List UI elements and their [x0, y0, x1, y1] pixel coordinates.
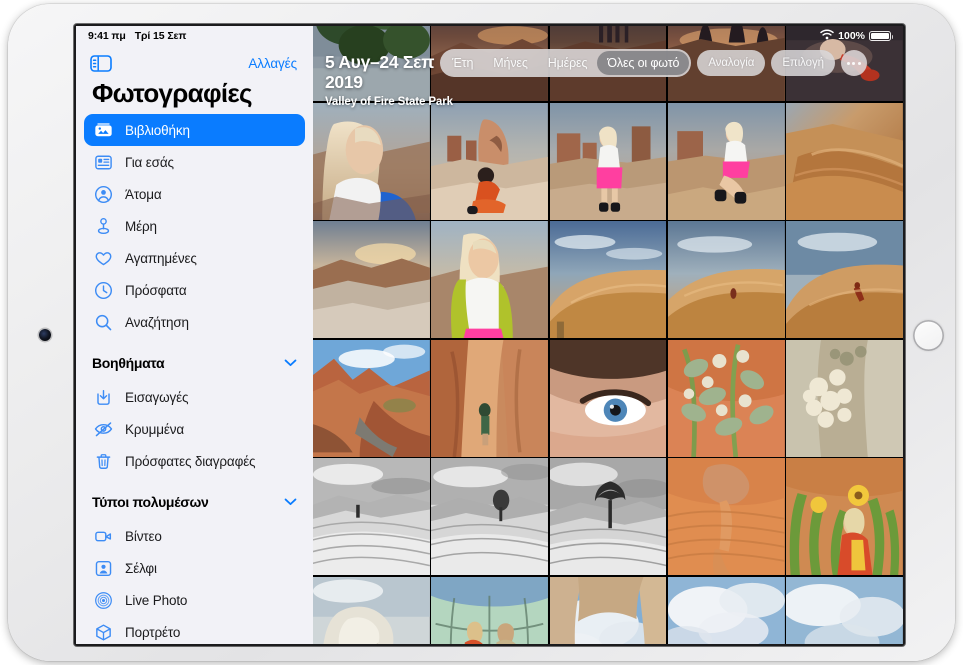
- sidebar-item-label: Αγαπημένες: [125, 250, 197, 266]
- photo-thumbnail[interactable]: [786, 458, 903, 575]
- tab-months[interactable]: Μήνες: [483, 51, 537, 75]
- photo-thumbnail[interactable]: [431, 576, 549, 644]
- sidebar-item-portrait[interactable]: Πορτρέτο: [84, 616, 305, 644]
- sidebar-item-label: Πρόσφατες διαγραφές: [125, 453, 256, 469]
- photo-thumbnail[interactable]: [667, 576, 785, 644]
- sidebar-item-places[interactable]: Μέρη: [84, 210, 305, 242]
- page-title: Φωτογραφίες: [92, 78, 253, 108]
- photo-thumbnail[interactable]: [431, 102, 549, 220]
- photo-thumbnail[interactable]: [313, 26, 430, 101]
- section-title: Βοηθήματα: [92, 355, 165, 371]
- sidebar-item-people[interactable]: Άτομα: [84, 178, 305, 210]
- home-button[interactable]: [913, 320, 944, 351]
- photo-thumbnail[interactable]: [313, 339, 430, 457]
- sidebar-item-label: Μέρη: [125, 218, 157, 234]
- sidebar-item-label: Βιβλιοθήκη: [125, 122, 190, 138]
- photo-thumbnail[interactable]: [431, 221, 549, 338]
- photo-thumbnail[interactable]: [549, 339, 667, 457]
- photo-thumbnail[interactable]: [313, 576, 430, 644]
- photo-thumbnail[interactable]: [786, 221, 903, 338]
- sidebar-item-label: Πορτρέτο: [125, 624, 181, 640]
- edit-button[interactable]: Αλλαγές: [248, 56, 297, 71]
- sidebar-item-recents[interactable]: Πρόσφατα: [84, 274, 305, 306]
- live-photo-icon: [94, 591, 113, 610]
- ipad-screen: Αλλαγές Φωτογραφίες Βιβλιοθήκη Για εσάς …: [76, 26, 903, 644]
- photo-thumbnail[interactable]: [667, 221, 785, 338]
- portrait-cube-icon: [94, 623, 113, 642]
- sidebar-item-label: Για εσάς: [125, 154, 174, 170]
- sidebar-item-selfies[interactable]: Σέλφι: [84, 552, 305, 584]
- photo-thumbnail[interactable]: [549, 576, 667, 644]
- photo-thumbnail[interactable]: [667, 458, 785, 575]
- sidebar-item-search[interactable]: Αναζήτηση: [84, 306, 305, 338]
- selfie-icon: [94, 559, 113, 578]
- photo-thumbnail[interactable]: [431, 458, 549, 575]
- photo-grid-pane: 5 Αυγ–24 Σεπ 2019 Valley of Fire State P…: [313, 26, 903, 644]
- select-button[interactable]: Επιλογή: [771, 50, 835, 76]
- chevron-down-icon[interactable]: [284, 354, 297, 372]
- tab-years[interactable]: Έτη: [442, 51, 483, 75]
- sidebar-item-videos[interactable]: Βίντεο: [84, 520, 305, 552]
- photo-thumbnail[interactable]: [667, 102, 785, 220]
- people-icon: [94, 185, 113, 204]
- tab-all-photos[interactable]: Όλες οι φωτό: [597, 51, 690, 75]
- photo-grid: [313, 26, 903, 644]
- sidebar-toggle-icon[interactable]: [90, 54, 112, 72]
- sidebar-item-label: Πρόσφατα: [125, 282, 187, 298]
- sidebar-item-label: Άτομα: [125, 186, 162, 202]
- import-icon: [94, 388, 113, 407]
- sidebar-list: Βιβλιοθήκη Για εσάς Άτομα Μέρη Αγαπημένε…: [76, 114, 313, 644]
- for-you-icon: [94, 153, 113, 172]
- photo-thumbnail[interactable]: [313, 458, 430, 575]
- search-icon: [94, 313, 113, 332]
- sidebar-item-label: Κρυμμένα: [125, 421, 184, 437]
- photo-thumbnail[interactable]: [786, 576, 903, 644]
- sidebar-item-label: Αναζήτηση: [125, 314, 189, 330]
- heart-icon: [94, 249, 113, 268]
- places-pin-icon: [94, 217, 113, 236]
- sidebar-item-label: Εισαγωγές: [125, 389, 189, 405]
- photo-thumbnail[interactable]: [431, 339, 549, 457]
- sidebar-item-hidden[interactable]: Κρυμμένα: [84, 413, 305, 445]
- trash-icon: [94, 452, 113, 471]
- tab-days[interactable]: Ημέρες: [538, 51, 598, 75]
- front-camera: [39, 329, 51, 341]
- sidebar-item-label: Βίντεο: [125, 528, 162, 544]
- sidebar-item-live-photo[interactable]: Live Photo: [84, 584, 305, 616]
- photo-thumbnail[interactable]: [786, 102, 903, 220]
- sidebar-section-header-media-types[interactable]: Τύποι πολυμέσων: [92, 485, 297, 519]
- photo-thumbnail[interactable]: [549, 458, 667, 575]
- photo-thumbnail[interactable]: [667, 339, 785, 457]
- aspect-ratio-button[interactable]: Αναλογία: [697, 50, 766, 76]
- hidden-eye-icon: [94, 420, 113, 439]
- sidebar-item-favorites[interactable]: Αγαπημένες: [84, 242, 305, 274]
- photo-pane-controls: Έτη Μήνες Ημέρες Όλες οι φωτό Αναλογία Ε…: [440, 49, 867, 77]
- photo-thumbnail[interactable]: [549, 102, 667, 220]
- sidebar: Αλλαγές Φωτογραφίες Βιβλιοθήκη Για εσάς …: [76, 26, 313, 644]
- sidebar-item-label: Σέλφι: [125, 560, 157, 576]
- video-icon: [94, 527, 113, 546]
- ellipsis-icon[interactable]: [840, 50, 867, 76]
- photo-library-icon: [94, 121, 113, 140]
- photo-thumbnail[interactable]: [786, 339, 903, 457]
- sidebar-item-imports[interactable]: Εισαγωγές: [84, 381, 305, 413]
- sidebar-item-for-you[interactable]: Για εσάς: [84, 146, 305, 178]
- sidebar-item-label: Live Photo: [125, 592, 188, 608]
- photo-thumbnail[interactable]: [549, 221, 667, 338]
- ipad-device-frame: Αλλαγές Φωτογραφίες Βιβλιοθήκη Για εσάς …: [8, 4, 955, 661]
- photo-thumbnail[interactable]: [313, 221, 430, 338]
- section-title: Τύποι πολυμέσων: [92, 494, 209, 510]
- chevron-down-icon[interactable]: [284, 493, 297, 511]
- photo-thumbnail[interactable]: [313, 102, 430, 220]
- sidebar-toolbar: Αλλαγές: [76, 48, 313, 78]
- clock-icon: [94, 281, 113, 300]
- sidebar-item-recently-deleted[interactable]: Πρόσφατες διαγραφές: [84, 445, 305, 477]
- sidebar-section-header-utilities[interactable]: Βοηθήματα: [92, 346, 297, 380]
- view-mode-segmented-control[interactable]: Έτη Μήνες Ημέρες Όλες οι φωτό: [440, 49, 692, 77]
- sidebar-item-library[interactable]: Βιβλιοθήκη: [84, 114, 305, 146]
